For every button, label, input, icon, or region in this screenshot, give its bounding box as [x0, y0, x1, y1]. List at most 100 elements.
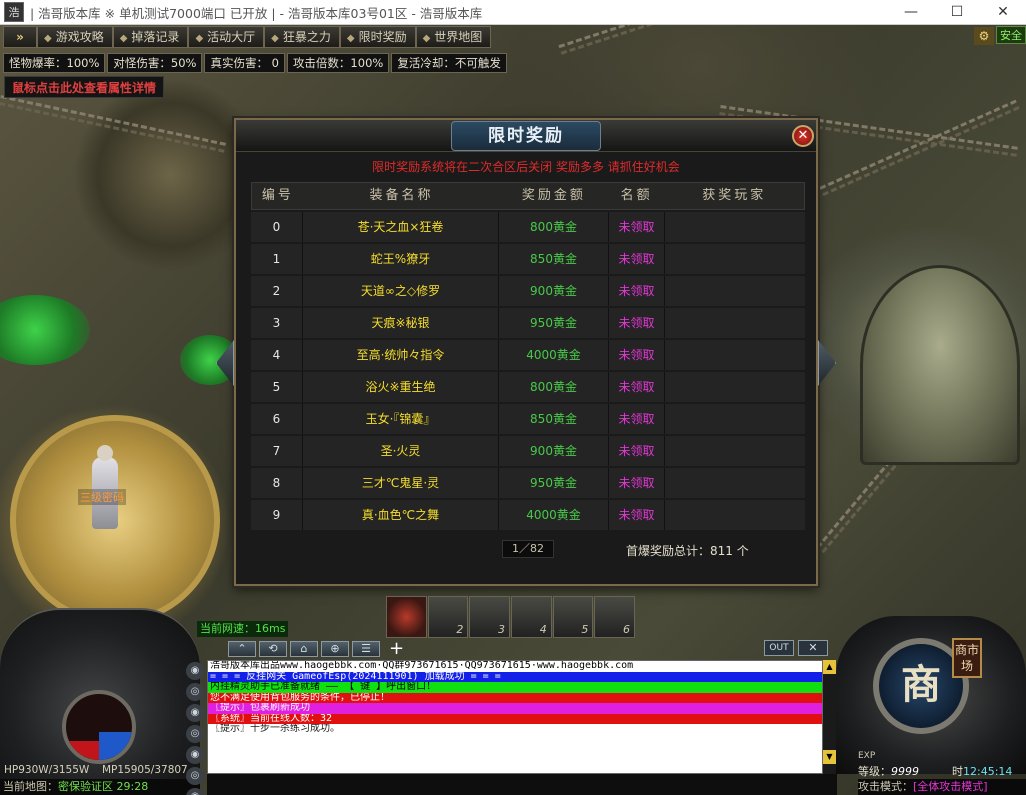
- skill-slot[interactable]: 6: [594, 596, 636, 638]
- table-row[interactable]: 3 天痕※秘银 950黄金 未领取: [251, 308, 805, 338]
- skill-slot[interactable]: 2: [427, 596, 469, 638]
- panel-title: 限时奖励: [451, 121, 601, 151]
- window-title: | 浩哥版本库 ※ 单机测试7000端口 已开放 | - 浩哥版本库03号01区…: [30, 5, 483, 21]
- level-value: 9999: [891, 765, 919, 778]
- table-row[interactable]: 1 蛇王%獠牙 850黄金 未领取: [251, 244, 805, 274]
- channel-icon[interactable]: ◎: [186, 767, 204, 785]
- reward-id: 0: [251, 212, 303, 242]
- column-header-reward: 奖励金额: [521, 188, 586, 203]
- column-header-id: 编号: [261, 188, 294, 203]
- chat-input-bar[interactable]: [207, 774, 837, 795]
- menu-toggle-button[interactable]: »: [3, 26, 37, 48]
- table-header: 编号 装备名称 奖励金额 名额 获奖玩家: [251, 182, 805, 210]
- channel-icon[interactable]: ◎: [186, 725, 204, 743]
- stats-bar: 怪物爆率：100% 对怪伤害：50% 真实伤害： 0 攻击倍数：100% 复活冷…: [3, 53, 509, 73]
- chat-message: 内挂精灵助手已准备就绪 —— 【 键 】呼出窗口！: [208, 682, 822, 693]
- chat-filter-button[interactable]: ⊕: [321, 641, 349, 657]
- claim-status: 未领取: [609, 308, 665, 338]
- skill-slot[interactable]: 4: [511, 596, 552, 638]
- scroll-down-icon[interactable]: ▼: [823, 750, 836, 764]
- clock-value: 12:45:14: [963, 765, 1013, 778]
- table-row[interactable]: 0 苍·天之血×狂卷 800黄金 未领取: [251, 212, 805, 242]
- timed-reward-panel: 限时奖励 ✕ 限时奖励系统将在二次合区后关闭 奖励多多 请抓住好机会 编号 装备…: [216, 118, 836, 586]
- winner-name: [665, 436, 805, 466]
- bell-structure: [860, 265, 1020, 465]
- network-speed: 当前网速：16ms: [197, 621, 289, 637]
- menu-item-world-map[interactable]: ◆ 世界地图: [415, 26, 492, 48]
- diamond-icon: ◆: [119, 33, 128, 44]
- chat-message: = = = 反挂网关 GameofEsp(2024111901) 加载成功 = …: [208, 671, 822, 682]
- chat-message: 〖系统〗当前在线人数：32: [208, 713, 822, 724]
- chat-scrollbar[interactable]: ▲ ▼: [823, 660, 836, 774]
- item-name: 至高·统帅々指令: [303, 340, 499, 370]
- attack-mode-label: 攻击模式：: [858, 780, 913, 793]
- hp-mp-orb: [62, 690, 136, 764]
- reward-id: 3: [251, 308, 303, 338]
- window-controls: — ☐ ✕: [888, 0, 1026, 25]
- attack-mode[interactable]: 攻击模式：[全体攻击模式]: [858, 779, 1026, 795]
- skill-slot[interactable]: 3: [469, 596, 511, 638]
- table-row[interactable]: 8 三才℃鬼星·灵 950黄金 未领取: [251, 468, 805, 498]
- skill-bar: 2 3 4 5 6: [386, 596, 636, 640]
- menu-item-drops[interactable]: ◆ 掉落记录: [112, 26, 189, 48]
- bottom-hud: 当前网速：16ms HP930W/3155W MP15905/37807 当前地…: [0, 596, 1026, 795]
- channel-icon[interactable]: ◉: [186, 746, 204, 764]
- maximize-button[interactable]: ☐: [934, 0, 980, 25]
- app-icon: 浩: [4, 2, 24, 22]
- table-row[interactable]: 9 真·血色℃之舞 4000黄金 未领取: [251, 500, 805, 530]
- chat-out-button[interactable]: OUT: [764, 640, 794, 656]
- market-button[interactable]: 商市场: [952, 638, 982, 678]
- chat-filter-button[interactable]: ☰: [352, 641, 380, 657]
- chat-filter-button[interactable]: ⌃: [228, 641, 256, 657]
- scroll-up-icon[interactable]: ▲: [823, 660, 836, 674]
- close-window-button[interactable]: ✕: [980, 0, 1026, 25]
- chat-filter-button[interactable]: ⟲: [259, 641, 287, 657]
- hp-fill: [66, 740, 99, 760]
- menu-item-label: 游戏攻略: [55, 30, 104, 44]
- channel-icon[interactable]: ◎: [186, 683, 204, 701]
- menu-item-events[interactable]: ◆ 活动大厅: [188, 26, 265, 48]
- table-row[interactable]: 6 玉女·『锦囊』 850黄金 未领取: [251, 404, 805, 434]
- reward-amount: 850黄金: [499, 404, 609, 434]
- table-row[interactable]: 4 至高·统帅々指令 4000黄金 未领取: [251, 340, 805, 370]
- table-row[interactable]: 2 天道∞之◇修罗 900黄金 未领取: [251, 276, 805, 306]
- reward-amount: 850黄金: [499, 244, 609, 274]
- window-titlebar: 浩 | 浩哥版本库 ※ 单机测试7000端口 已开放 | - 浩哥版本库03号0…: [0, 0, 1026, 25]
- exp-label: EXP: [858, 751, 876, 761]
- attribute-details-link[interactable]: 鼠标点击此处查看属性详情: [4, 76, 165, 98]
- stat-drop-rate: 怪物爆率：100%: [3, 53, 106, 73]
- chat-message: 您不满足使用背包服务的条件，已停止！: [208, 692, 822, 703]
- reward-id: 2: [251, 276, 303, 306]
- skill-slot[interactable]: 5: [552, 596, 594, 638]
- chat-close-button[interactable]: ✕: [798, 640, 828, 656]
- winner-name: [665, 276, 805, 306]
- channel-icon[interactable]: ◉: [186, 704, 204, 722]
- settings-icon[interactable]: ⚙: [974, 27, 994, 45]
- clock-label: 时: [952, 765, 963, 778]
- speaker-icon[interactable]: ◉: [186, 662, 204, 680]
- map-location: 密保验证区 29:28: [58, 780, 149, 793]
- chat-message: 〖提示〗包裹刷新成功: [208, 703, 822, 714]
- reward-amount: 4000黄金: [499, 500, 609, 530]
- menu-item-rage[interactable]: ◆ 狂暴之力: [264, 26, 340, 48]
- reward-amount: 900黄金: [499, 436, 609, 466]
- panel-close-button[interactable]: ✕: [792, 125, 814, 147]
- npc-head: [97, 445, 113, 461]
- table-row[interactable]: 7 圣·火灵 900黄金 未领取: [251, 436, 805, 466]
- table-row[interactable]: 5 浴火※重生绝 800黄金 未领取: [251, 372, 805, 402]
- menu-item-guide[interactable]: ◆ 游戏攻略: [37, 26, 113, 48]
- chat-toolbar: ⌃ ⟲ ⌂ ⊕ ☰ + OUT ✕: [228, 640, 828, 658]
- claim-status: 未领取: [609, 244, 665, 274]
- item-name: 浴火※重生绝: [303, 372, 499, 402]
- chat-add-icon[interactable]: +: [389, 640, 404, 658]
- item-name: 真·血色℃之舞: [303, 500, 499, 530]
- chat-log[interactable]: 浩哥版本库出品www.haogebbk.com·QQ群973671615·QQ9…: [207, 660, 823, 774]
- minimize-button[interactable]: —: [888, 0, 934, 25]
- skill-slot[interactable]: [386, 596, 427, 638]
- chat-filter-button[interactable]: ⌂: [290, 641, 318, 657]
- reward-id: 6: [251, 404, 303, 434]
- menu-item-label: 活动大厅: [207, 30, 256, 44]
- channel-icon[interactable]: ◉: [186, 788, 204, 795]
- menu-item-timed-reward[interactable]: ◆ 限时奖励: [339, 26, 416, 48]
- menu-item-label: 狂暴之力: [282, 30, 331, 44]
